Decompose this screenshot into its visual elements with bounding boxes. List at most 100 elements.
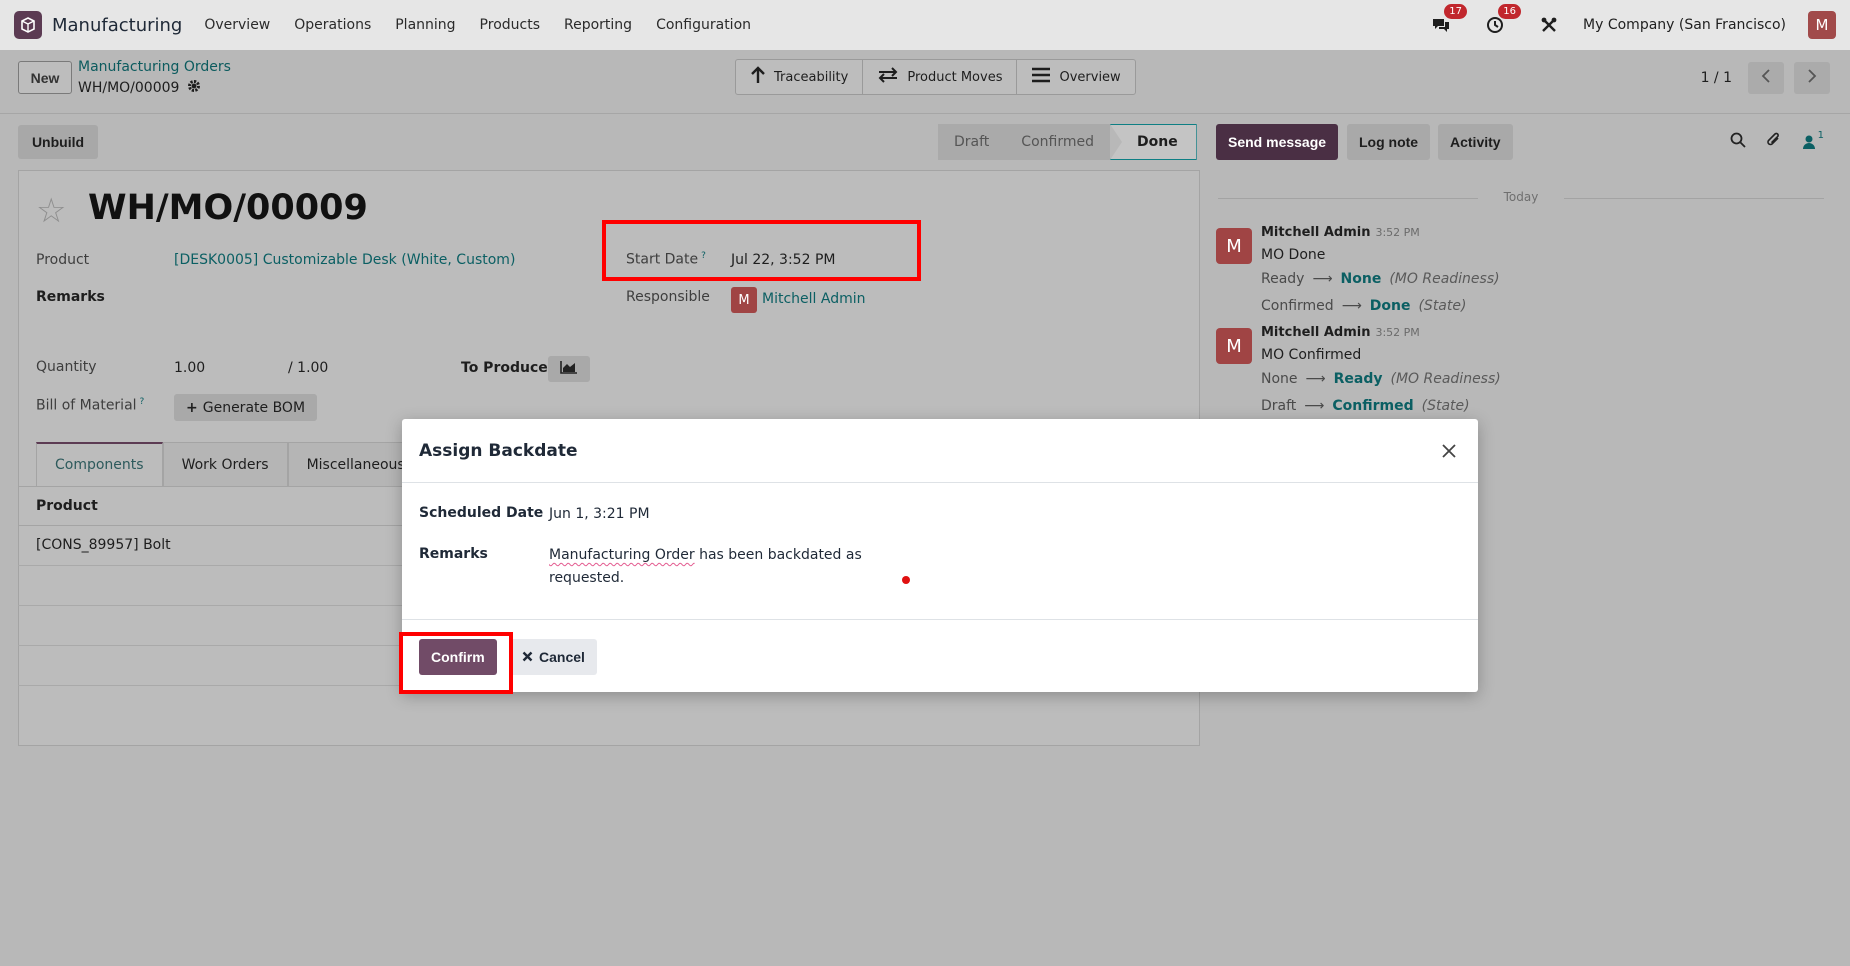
status-bar: Draft Confirmed Done: [938, 124, 1197, 160]
bom-tooltip-icon[interactable]: ?: [140, 397, 145, 407]
tracking-new-value: Done: [1369, 298, 1411, 314]
product-value-link[interactable]: [DESK0005] Customizable Desk (White, Cus…: [174, 252, 515, 268]
menu-reporting[interactable]: Reporting: [564, 17, 632, 33]
quantity-label: Quantity: [36, 359, 97, 375]
menu-operations[interactable]: Operations: [294, 17, 371, 33]
app-name[interactable]: Manufacturing: [52, 15, 182, 36]
cancel-button[interactable]: Cancel: [510, 639, 597, 675]
generate-bom-button[interactable]: + Generate BOM: [174, 394, 318, 421]
status-draft[interactable]: Draft: [938, 124, 1006, 160]
tracking-new-value: Ready: [1333, 371, 1383, 387]
menu-configuration[interactable]: Configuration: [656, 17, 751, 33]
message-time: 3:52 PM: [1375, 226, 1420, 239]
product-moves-label: Product Moves: [907, 69, 1003, 85]
close-icon[interactable]: [1437, 439, 1461, 463]
bom-label-text: Bill of Material: [36, 397, 137, 414]
message-author-avatar[interactable]: M: [1216, 328, 1252, 364]
tracking-old-value: None: [1261, 371, 1298, 387]
activity-button[interactable]: Activity: [1438, 124, 1513, 160]
paperclip-icon[interactable]: [1766, 131, 1782, 153]
scheduled-date-label: Scheduled Date: [419, 505, 544, 521]
tab-work-orders[interactable]: Work Orders: [162, 442, 288, 486]
dialog-title: Assign Backdate: [419, 440, 578, 461]
dialog-footer: Confirm Cancel: [402, 620, 1478, 692]
start-date-label-text: Start Date: [626, 251, 699, 268]
tools-icon[interactable]: [1537, 13, 1561, 37]
smart-buttons: Traceability Product Moves Overview: [735, 59, 1136, 95]
start-date-label: Start Date?: [626, 251, 706, 268]
remarks-label: Remarks: [36, 289, 105, 305]
message-author-avatar[interactable]: M: [1216, 228, 1252, 264]
company-switcher[interactable]: My Company (San Francisco): [1583, 17, 1786, 33]
breadcrumb-current: WH/MO/00009: [78, 79, 201, 97]
status-done[interactable]: Done: [1109, 124, 1197, 160]
followers-icon[interactable]: 1: [1802, 130, 1824, 150]
tracking-old-value: Draft: [1261, 398, 1297, 414]
notebook-tabs: Components Work Orders Miscellaneous: [36, 442, 424, 486]
message-author-name[interactable]: Mitchell Admin: [1261, 325, 1370, 340]
menu-products[interactable]: Products: [480, 17, 540, 33]
overview-button[interactable]: Overview: [1017, 60, 1134, 94]
responsible-label: Responsible: [626, 289, 710, 305]
column-product[interactable]: Product: [36, 498, 98, 514]
manufacturing-app-icon[interactable]: [14, 11, 42, 39]
start-date-tooltip-icon[interactable]: ?: [701, 251, 706, 261]
star-icon[interactable]: ☆: [36, 191, 66, 231]
message-author-name[interactable]: Mitchell Admin: [1261, 225, 1370, 240]
messages-badge: 17: [1444, 4, 1468, 19]
pager-value[interactable]: 1 / 1: [1701, 70, 1732, 86]
confirm-button[interactable]: Confirm: [419, 639, 497, 675]
tracking-line: Draft ⟶ Confirmed (State): [1261, 398, 1470, 414]
quantity-value[interactable]: 1.00: [174, 360, 205, 376]
log-note-button[interactable]: Log note: [1347, 124, 1431, 160]
remarks-misspelled-word: Manufacturing Order: [549, 547, 695, 563]
bom-label: Bill of Material?: [36, 397, 144, 414]
to-produce-label: To Produce: [461, 360, 548, 376]
scheduled-date-input[interactable]: Jun 1, 3:21 PM: [549, 506, 650, 522]
component-product: [CONS_89957] Bolt: [36, 537, 171, 553]
send-message-button[interactable]: Send message: [1216, 124, 1339, 160]
traceability-label: Traceability: [774, 69, 849, 85]
plus-icon: +: [186, 399, 198, 416]
new-button[interactable]: New: [18, 61, 72, 94]
traceability-button[interactable]: Traceability: [736, 60, 864, 94]
exchange-arrows-icon: [877, 67, 899, 87]
area-chart-icon: [560, 360, 578, 378]
message-author: Mitchell Admin 3:52 PM: [1261, 325, 1420, 340]
product-label: Product: [36, 252, 90, 268]
followers-count: 1: [1817, 130, 1824, 141]
record-title: WH/MO/00009: [88, 188, 368, 228]
activities-clock-icon[interactable]: 16: [1483, 4, 1522, 37]
click-marker-dot: [902, 576, 910, 584]
user-avatar[interactable]: M: [1808, 11, 1836, 39]
search-icon[interactable]: [1730, 132, 1746, 152]
pager-next-button[interactable]: [1794, 62, 1830, 94]
menu-planning[interactable]: Planning: [395, 17, 455, 33]
cancel-label: Cancel: [539, 649, 585, 665]
chatter-topbar-icons: 1: [1730, 130, 1824, 153]
arrow-up-icon: [750, 66, 766, 88]
remarks-label: Remarks: [419, 546, 488, 562]
tracking-line: Confirmed ⟶ Done (State): [1261, 298, 1466, 314]
tracking-old-value: Confirmed: [1261, 298, 1334, 314]
pager-previous-button[interactable]: [1748, 62, 1784, 94]
breadcrumb-manufacturing-orders[interactable]: Manufacturing Orders: [78, 59, 231, 75]
message-time: 3:52 PM: [1375, 326, 1420, 339]
gear-icon[interactable]: [187, 79, 201, 97]
menu-overview[interactable]: Overview: [204, 17, 270, 33]
product-moves-button[interactable]: Product Moves: [863, 60, 1018, 94]
unbuild-button[interactable]: Unbuild: [18, 125, 98, 159]
tab-components[interactable]: Components: [36, 442, 163, 486]
generate-bom-label: Generate BOM: [202, 399, 306, 416]
start-date-value[interactable]: Jul 22, 3:52 PM: [731, 252, 835, 268]
chevron-left-icon: [1761, 69, 1771, 87]
assign-backdate-dialog: Assign Backdate Scheduled Date Jun 1, 3:…: [402, 419, 1478, 692]
messages-icon[interactable]: 17: [1429, 4, 1468, 37]
quantity-total: / 1.00: [288, 360, 329, 376]
breadcrumb-current-label: WH/MO/00009: [78, 80, 180, 96]
remarks-textarea[interactable]: Manufacturing Order has been backdated a…: [549, 544, 889, 590]
status-confirmed[interactable]: Confirmed: [1005, 124, 1110, 160]
responsible-value-link[interactable]: Mitchell Admin: [762, 291, 866, 307]
forecast-chart-button[interactable]: [548, 356, 590, 382]
message-body: MO Confirmed: [1261, 347, 1362, 363]
